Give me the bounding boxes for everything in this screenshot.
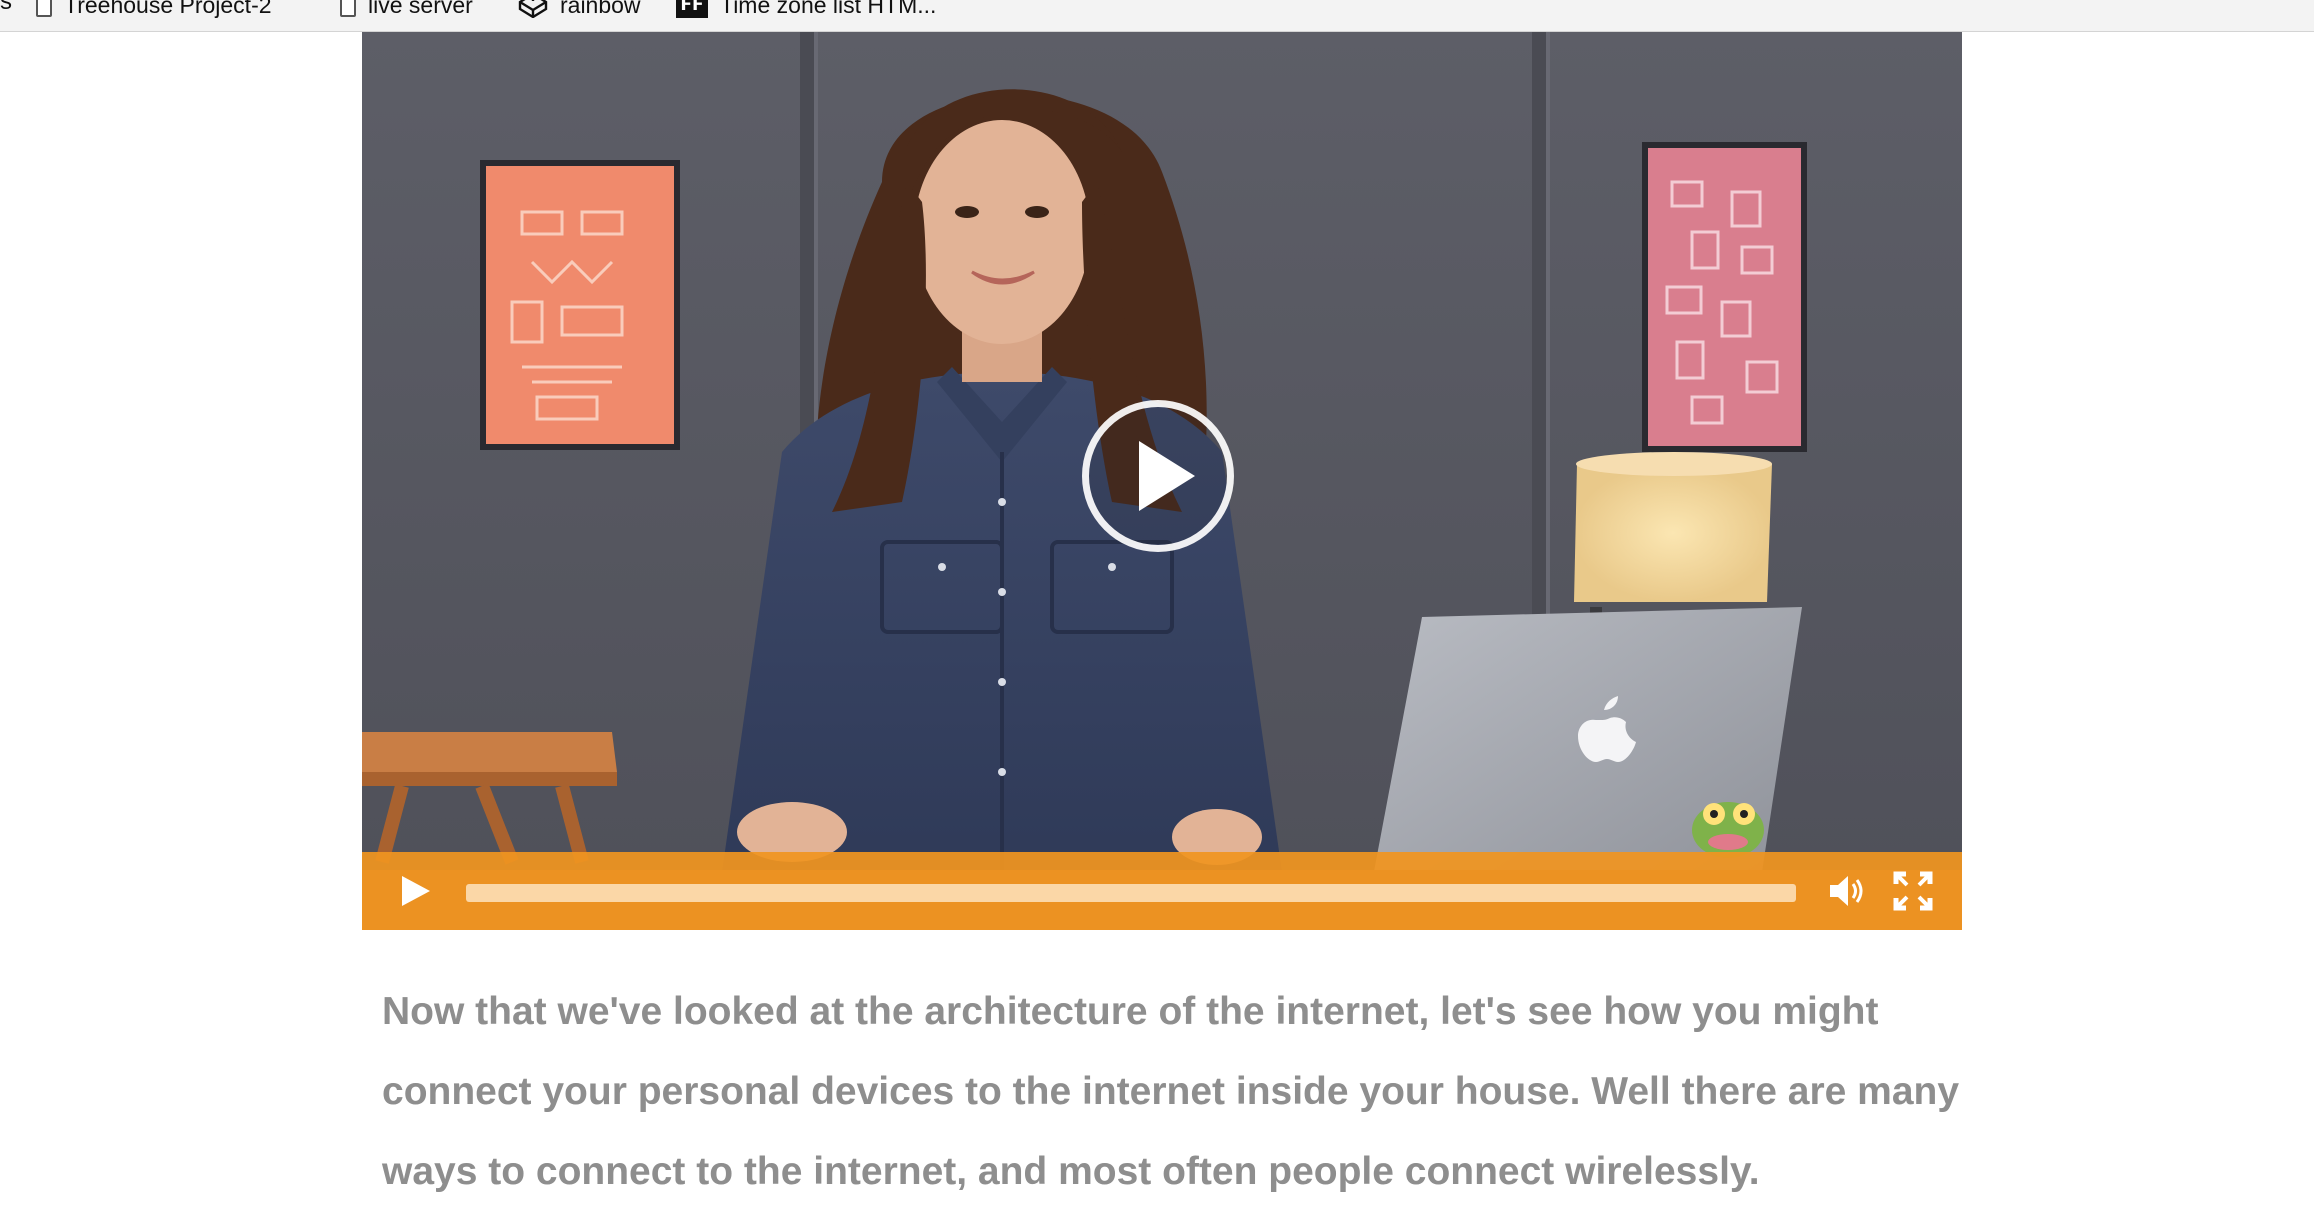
big-play-button[interactable] [1082,400,1234,552]
bookmark-time-zone-list[interactable]: FF Time zone list HTM... [676,0,936,22]
bookmark-label: live server [368,0,473,18]
file-icon [36,0,52,17]
video-control-bar [362,852,1962,930]
ff-badge-icon: FF [676,0,708,18]
bookmark-label: Time zone list HTM... [720,0,937,18]
bookmark-label: rainbow [560,0,641,18]
transcript-line: connect your personal devices to the int… [382,1070,1960,1113]
bookmarks-bar: s Treehouse Project-2 live server rainbo… [0,0,2314,32]
bookmark-live-server[interactable]: live server [340,0,473,22]
bookmark-label: Treehouse Project-2 [64,0,272,18]
transcript-line: Now that we've looked at the architectur… [382,990,1879,1033]
bookmark-cut-off[interactable]: s [0,0,12,16]
progress-bar[interactable] [466,884,1796,902]
video-player[interactable] [362,32,1962,930]
play-icon [1139,441,1195,511]
transcript-line: ways to connect to the internet, and mos… [382,1150,1760,1193]
file-icon [340,0,356,17]
play-icon[interactable] [396,872,434,910]
video-transcript: Now that we've looked at the architectur… [382,972,1962,1212]
fullscreen-icon[interactable] [1892,870,1934,912]
bookmark-treehouse-project-2[interactable]: Treehouse Project-2 [36,0,272,22]
bookmark-rainbow[interactable]: rainbow [518,0,641,22]
volume-icon[interactable] [1826,870,1868,912]
codepen-icon [518,0,548,19]
